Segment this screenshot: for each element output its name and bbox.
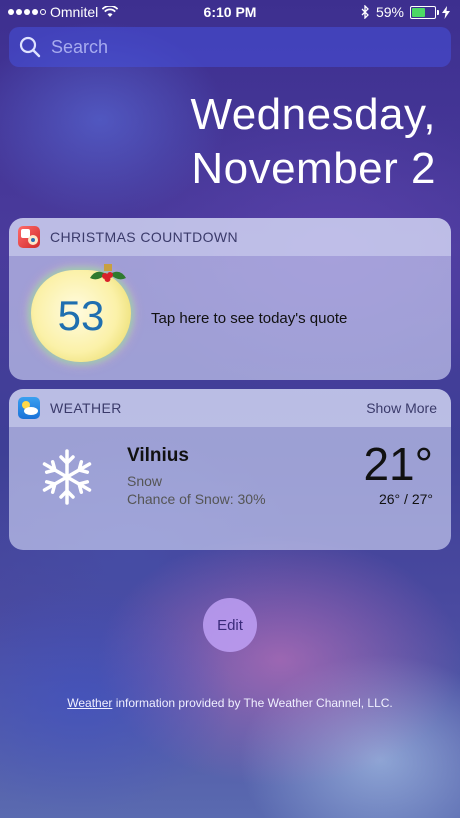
countdown-widget-title: CHRISTMAS COUNTDOWN [50, 229, 239, 245]
weather-attribution-link[interactable]: Weather [67, 696, 112, 710]
show-more-button[interactable]: Show More [366, 400, 437, 416]
battery-percent: 59% [375, 4, 404, 20]
search-placeholder[interactable]: Search [51, 37, 108, 58]
weather-app-icon [18, 397, 40, 419]
temperature-range: 26° / 27° [378, 491, 433, 507]
quote-link[interactable]: Tap here to see today's quote [151, 310, 347, 327]
precipitation-chance: Chance of Snow: 30% [127, 491, 266, 507]
status-right: 59% [361, 4, 450, 20]
weather-condition: Snow [127, 473, 163, 489]
days-remaining: 53 [57, 292, 105, 339]
bluetooth-icon [361, 5, 369, 19]
battery-level [412, 7, 425, 17]
charging-bolt-icon [442, 5, 450, 19]
weather-widget-title: WEATHER [50, 400, 122, 416]
holly-icon [90, 264, 126, 282]
christmas-ornament-icon: 53 [31, 264, 131, 362]
date-heading: Wednesday, November 2 [190, 88, 436, 196]
countdown-widget-body[interactable]: 53 Tap here to see today's quote [9, 256, 451, 380]
christmas-countdown-app-icon [18, 226, 40, 248]
search-bar[interactable]: Search [9, 27, 451, 67]
date-weekday: Wednesday, [190, 90, 436, 139]
current-temperature: 21° [363, 438, 433, 490]
search-icon [19, 36, 41, 58]
christmas-countdown-widget[interactable]: CHRISTMAS COUNTDOWN 53 Tap here to see t… [9, 218, 451, 380]
date-day: November 2 [191, 144, 436, 193]
countdown-widget-header[interactable]: CHRISTMAS COUNTDOWN [9, 218, 451, 256]
weather-attribution: Weather information provided by The Weat… [0, 696, 460, 710]
edit-button[interactable]: Edit [203, 598, 257, 652]
snowflake-icon [42, 449, 92, 505]
status-bar: Omnitel 6:10 PM 59% [0, 0, 460, 24]
weather-widget-body[interactable]: Vilnius Snow Chance of Snow: 30% 21° 26°… [9, 427, 451, 550]
weather-attribution-text: information provided by The Weather Chan… [112, 696, 393, 710]
weather-widget[interactable]: WEATHER Show More Vilnius Snow Chance of… [9, 389, 451, 550]
weather-widget-header[interactable]: WEATHER Show More [9, 389, 451, 427]
weather-city: Vilnius [127, 445, 189, 466]
battery-icon [410, 5, 439, 19]
